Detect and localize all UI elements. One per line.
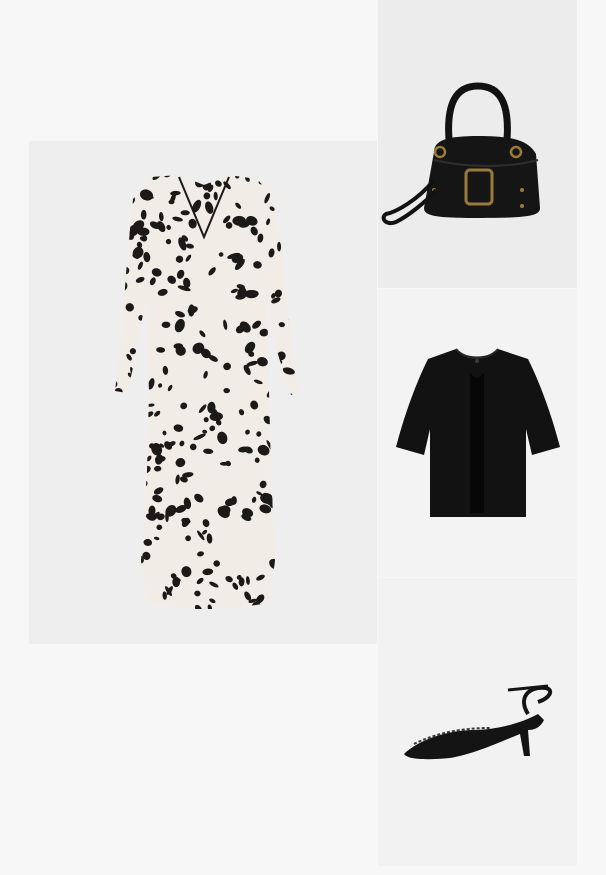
leopard-spot: [130, 380, 137, 387]
leopard-spot: [298, 266, 299, 274]
leopard-spot: [129, 176, 137, 184]
leopard-spot: [122, 432, 134, 445]
leopard-spot: [296, 286, 299, 293]
leopard-spot: [295, 356, 299, 366]
leopard-spot: [117, 404, 122, 415]
leopard-spot: [280, 407, 294, 418]
leopard-spot: [199, 175, 210, 181]
leopard-spot: [288, 237, 296, 242]
leopard-spot: [136, 378, 147, 387]
handbag-product-tile[interactable]: [378, 0, 577, 288]
leopard-spot: [274, 531, 284, 540]
leopard-spot: [276, 420, 282, 430]
leopard-spot: [289, 270, 296, 282]
leopard-spot: [284, 182, 296, 194]
leopard-spot: [292, 175, 299, 181]
leopard-spot: [277, 464, 287, 473]
leopard-spot: [271, 379, 284, 388]
leopard-spot: [116, 264, 122, 278]
leopard-spot: [135, 487, 139, 500]
leopard-spot: [115, 307, 117, 317]
leopard-spot: [290, 311, 299, 321]
leopard-spot: [134, 175, 139, 186]
leopard-spot: [115, 288, 123, 297]
leopard-spot: [300, 177, 306, 182]
leopard-spot: [115, 404, 123, 415]
black-slingback-kitten-heel-image: [404, 684, 553, 760]
leopard-spot: [115, 181, 124, 192]
leopard-spot: [292, 574, 299, 587]
leopard-spot: [297, 367, 299, 381]
leopard-spot: [115, 226, 120, 234]
leopard-spot: [259, 606, 266, 609]
dress-product-tile[interactable]: [29, 141, 377, 644]
leopard-spot: [136, 500, 143, 507]
leopard-spot: [296, 175, 299, 180]
leopard-spot: [275, 466, 287, 478]
leopard-spot: [180, 210, 190, 216]
leopard-spot: [277, 376, 285, 384]
leopard-spot: [125, 200, 132, 206]
leopard-spot: [279, 412, 289, 422]
leopard-spot: [137, 388, 145, 394]
leopard-spot: [125, 511, 138, 521]
leopard-spot: [115, 327, 120, 335]
cardigan-product-tile[interactable]: [378, 289, 577, 577]
leopard-spot: [115, 182, 125, 196]
leopard-spot: [285, 526, 298, 533]
leopard-spot: [282, 522, 288, 529]
leopard-spot: [272, 389, 280, 402]
leopard-spot: [295, 444, 299, 450]
leopard-spot: [138, 596, 144, 606]
leopard-spot: [133, 486, 144, 497]
leopard-spot: [141, 175, 147, 179]
leopard-spot: [289, 523, 297, 530]
leopard-spot: [286, 504, 295, 513]
leopard-spot: [297, 459, 299, 467]
shoe-product-tile[interactable]: [378, 578, 577, 866]
outfit-collage: [0, 0, 606, 875]
leopard-spot: [137, 227, 150, 236]
leopard-spot: [282, 403, 289, 416]
leopard-print-midi-dress-image: [115, 175, 306, 609]
leopard-spot: [130, 486, 141, 500]
leopard-spot: [119, 505, 125, 515]
leopard-spot: [120, 495, 129, 504]
leopard-spot: [280, 420, 286, 426]
leopard-spot: [274, 526, 279, 530]
leopard-spot: [281, 481, 296, 490]
leopard-spot: [131, 383, 139, 394]
leopard-spot: [297, 533, 299, 542]
leopard-spot: [268, 367, 276, 375]
leopard-spot: [271, 402, 281, 408]
leopard-spot: [288, 210, 296, 215]
leopard-spot: [281, 220, 293, 229]
leopard-spot: [288, 300, 299, 313]
leopard-spot: [140, 434, 144, 444]
leopard-spot: [284, 243, 292, 250]
leopard-spot: [292, 518, 299, 531]
leopard-spot: [291, 214, 299, 225]
leopard-spot: [286, 393, 296, 404]
leopard-spot: [294, 496, 299, 506]
leopard-spot: [130, 519, 144, 525]
leopard-spot: [268, 182, 277, 190]
leopard-spot: [277, 488, 284, 493]
leopard-spot: [115, 608, 122, 609]
leopard-spot: [232, 215, 246, 226]
black-leather-buckle-handbag-image: [381, 82, 540, 225]
black-short-sleeve-cardigan-image: [396, 348, 560, 517]
